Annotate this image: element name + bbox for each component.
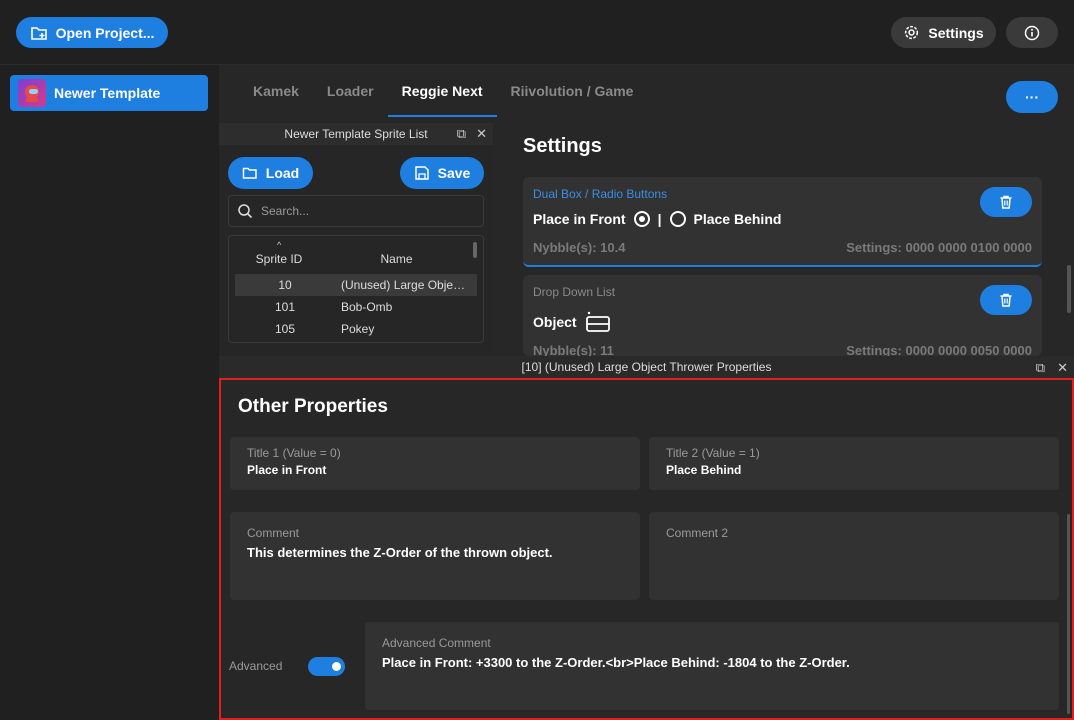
- folder-open-icon: [242, 165, 258, 181]
- advanced-comment-field[interactable]: Advanced Comment Place in Front: +3300 t…: [365, 622, 1059, 710]
- trash-icon: [998, 194, 1014, 210]
- title1-label: Title 1 (Value = 0): [247, 446, 341, 460]
- settings-label: Settings: [928, 24, 984, 41]
- properties-header-title: [10] (Unused) Large Object Thrower Prope…: [521, 360, 772, 374]
- radio-options: Place in Front | Place Behind: [533, 211, 781, 227]
- settings-scrollbar[interactable]: [1067, 265, 1071, 313]
- settings-heading: Settings: [523, 135, 602, 157]
- row-sprite-name: Bob-Omb: [341, 300, 393, 314]
- column-sprite-id[interactable]: ^ Sprite ID: [229, 240, 329, 266]
- properties-panel: Other Properties Title 1 (Value = 0) Pla…: [219, 378, 1074, 720]
- column-name[interactable]: Name: [329, 252, 464, 266]
- toggle-knob: [332, 662, 341, 671]
- save-button[interactable]: Save: [400, 157, 484, 189]
- sort-ascending-icon: ^: [277, 240, 282, 250]
- comment-label: Comment: [247, 526, 300, 540]
- comment2-label: Comment 2: [666, 526, 729, 540]
- table-header: ^ Sprite ID Name: [229, 236, 483, 274]
- undock-icon[interactable]: ⧉: [1036, 360, 1045, 376]
- undock-icon[interactable]: ⧉: [457, 126, 466, 142]
- search-placeholder: Search...: [261, 204, 310, 218]
- tab-riivolution-game[interactable]: Riivolution / Game: [497, 65, 648, 117]
- close-icon[interactable]: ✕: [476, 126, 487, 142]
- advanced-comment-label: Advanced Comment: [382, 636, 491, 650]
- info-button[interactable]: [1006, 17, 1058, 48]
- title2-field[interactable]: Title 2 (Value = 1) Place Behind: [649, 437, 1059, 490]
- row-sprite-id: 101: [274, 300, 296, 314]
- load-button[interactable]: Load: [228, 157, 313, 189]
- delete-setting-button[interactable]: [980, 285, 1032, 315]
- table-scrollbar[interactable]: [473, 242, 477, 258]
- option-place-in-front-label: Place in Front: [533, 211, 626, 227]
- dropdown-row: Object: [533, 311, 611, 333]
- title2-value: Place Behind: [666, 463, 742, 477]
- tab-loader[interactable]: Loader: [313, 65, 388, 117]
- advanced-comment-value: Place in Front: +3300 to the Z-Order.<br…: [382, 655, 850, 670]
- settings-button[interactable]: Settings: [891, 17, 996, 48]
- load-label: Load: [265, 165, 300, 181]
- tab-reggie-next[interactable]: Reggie Next: [387, 65, 497, 117]
- nybble-info: Nybble(s): 10.4: [533, 240, 626, 255]
- advanced-label: Advanced: [229, 659, 283, 673]
- comment-field[interactable]: Comment This determines the Z-Order of t…: [230, 512, 640, 600]
- sprite-list-header: Newer Template Sprite List ⧉ ✕: [219, 123, 493, 145]
- dropdown-label: Object: [533, 314, 577, 330]
- option-place-behind-label: Place Behind: [693, 211, 782, 227]
- sprite-list-panel: Newer Template Sprite List ⧉ ✕ Load Save…: [219, 123, 493, 355]
- comment2-field[interactable]: Comment 2: [649, 512, 1059, 600]
- info-icon: [1024, 25, 1040, 41]
- radio-place-in-front[interactable]: [633, 211, 650, 227]
- table-row[interactable]: 10 (Unused) Large Object Thrower: [235, 274, 477, 296]
- title1-value: Place in Front: [247, 463, 327, 477]
- save-icon: [414, 165, 430, 181]
- row-sprite-name: Pokey: [341, 322, 375, 336]
- setting-type-label: Dual Box / Radio Buttons: [533, 187, 668, 201]
- close-icon[interactable]: ✕: [1057, 360, 1068, 376]
- table-row[interactable]: 101 Bob-Omb: [235, 296, 477, 318]
- title1-field[interactable]: Title 1 (Value = 0) Place in Front: [230, 437, 640, 490]
- sprite-list-title: Newer Template Sprite List: [284, 127, 428, 141]
- more-options-button[interactable]: ···: [1006, 81, 1058, 113]
- table-row[interactable]: 105 Pokey: [235, 318, 477, 340]
- search-icon: [237, 203, 253, 219]
- setting-card-dropdown[interactable]: Drop Down List Object Nybble(s): 11 Sett…: [523, 275, 1042, 356]
- open-project-button[interactable]: Open Project...: [16, 17, 168, 48]
- comment-value: This determines the Z-Order of the throw…: [247, 545, 553, 560]
- option-separator: |: [657, 211, 662, 227]
- row-sprite-id: 105: [274, 322, 296, 336]
- properties-header: [10] (Unused) Large Object Thrower Prope…: [219, 356, 1074, 378]
- gear-icon: [903, 24, 920, 41]
- advanced-toggle[interactable]: [308, 657, 345, 676]
- top-bar: Open Project... Settings: [0, 0, 1074, 65]
- title2-label: Title 2 (Value = 1): [666, 446, 760, 460]
- nybble-info: Nybble(s): 11: [533, 343, 614, 356]
- settings-mask: Settings: 0000 0000 0050 0000: [846, 343, 1032, 356]
- radio-place-behind[interactable]: [669, 211, 686, 227]
- row-sprite-name: (Unused) Large Object Thrower: [341, 278, 470, 292]
- column-sprite-id-label: Sprite ID: [255, 252, 303, 266]
- project-sidebar: Newer Template: [0, 65, 219, 720]
- project-avatar-icon: [18, 79, 46, 107]
- folder-add-icon: [30, 24, 48, 42]
- sidebar-item-newer-template[interactable]: Newer Template: [10, 75, 208, 111]
- tab-kamek[interactable]: Kamek: [239, 65, 313, 117]
- tab-bar: Kamek Loader Reggie Next Riivolution / G…: [239, 65, 647, 117]
- dropdown-list-icon[interactable]: [585, 311, 611, 333]
- delete-setting-button[interactable]: [980, 187, 1032, 217]
- sidebar-item-label: Newer Template: [54, 85, 161, 101]
- trash-icon: [998, 292, 1014, 308]
- properties-scrollbar[interactable]: [1067, 514, 1070, 714]
- settings-mask: Settings: 0000 0000 0100 0000: [846, 240, 1032, 255]
- save-label: Save: [437, 165, 471, 181]
- row-sprite-id: 10: [278, 278, 292, 292]
- sprite-search-input[interactable]: Search...: [228, 195, 484, 227]
- other-properties-heading: Other Properties: [238, 396, 388, 417]
- setting-type-label: Drop Down List: [533, 285, 616, 299]
- open-project-label: Open Project...: [55, 24, 155, 41]
- sprite-table: ^ Sprite ID Name 10 (Unused) Large Objec…: [228, 235, 484, 343]
- setting-card-radio[interactable]: Dual Box / Radio Buttons Place in Front …: [523, 177, 1042, 267]
